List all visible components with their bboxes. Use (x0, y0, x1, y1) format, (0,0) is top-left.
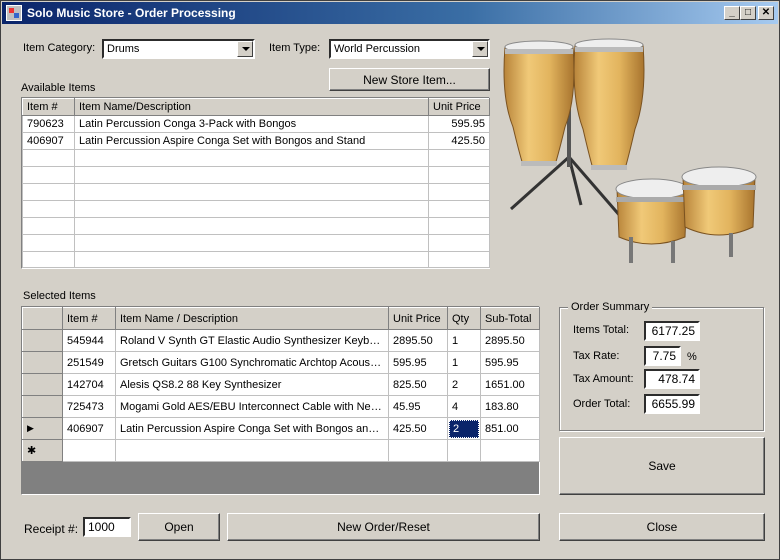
cell-subtotal[interactable]: 1651.00 (480, 373, 540, 396)
category-value: Drums (107, 43, 140, 55)
cell-qty[interactable]: 1 (447, 351, 481, 374)
chevron-down-icon[interactable] (237, 41, 253, 57)
new-order-reset-button[interactable]: New Order/Reset (227, 513, 540, 541)
cell-item-number[interactable]: 406907 (62, 417, 116, 440)
order-total-label: Order Total: (573, 398, 631, 410)
cell-subtotal[interactable]: 595.95 (480, 351, 540, 374)
close-window-button[interactable]: ✕ (758, 6, 774, 20)
row-header[interactable] (22, 395, 63, 418)
col-header-qty[interactable]: Qty (447, 307, 481, 330)
row-header[interactable] (22, 329, 63, 352)
cell-qty[interactable]: 2 (447, 373, 481, 396)
table-row[interactable]: 251549 Gretsch Guitars G100 Synchromatic… (22, 351, 540, 374)
col-header-unit-price[interactable]: Unit Price (428, 98, 490, 116)
empty-row (22, 251, 490, 268)
cell-unit-price[interactable]: 425.50 (388, 417, 448, 440)
empty-row (22, 149, 490, 167)
cell-unit-price[interactable]: 825.50 (388, 373, 448, 396)
cell-unit-price[interactable]: 595.95 (428, 115, 490, 133)
selected-items-label: Selected Items (23, 290, 96, 302)
table-row[interactable]: ▶ 406907 Latin Percussion Aspire Conga S… (22, 417, 540, 440)
cell-qty-selected[interactable]: 2 (449, 419, 479, 438)
col-header-unit-price[interactable]: Unit Price (388, 307, 448, 330)
cell-item-number[interactable]: 406907 (22, 132, 75, 150)
cell-name[interactable]: Alesis QS8.2 88 Key Synthesizer (115, 373, 389, 396)
tax-amount-label: Tax Amount: (573, 373, 634, 385)
cell-unit-price[interactable]: 425.50 (428, 132, 490, 150)
empty-row (22, 217, 490, 235)
cell-qty[interactable]: 1 (447, 329, 481, 352)
empty-row (22, 234, 490, 252)
tax-rate-field[interactable]: 7.75 (644, 346, 681, 366)
cell-subtotal[interactable]: 851.00 (480, 417, 540, 440)
table-row[interactable]: 406907 Latin Percussion Aspire Conga Set… (22, 132, 490, 150)
cell-item-number[interactable]: 142704 (62, 373, 116, 396)
empty-row (22, 200, 490, 218)
new-store-item-button[interactable]: New Store Item... (329, 68, 490, 91)
save-button[interactable]: Save (559, 437, 765, 495)
available-items-label: Available Items (21, 82, 96, 94)
window-title: Solo Music Store - Order Processing (27, 6, 236, 20)
col-header-item-number[interactable]: Item # (62, 307, 116, 330)
receipt-label: Receipt #: (24, 522, 79, 536)
col-header-subtotal[interactable]: Sub-Total (480, 307, 540, 330)
cell-unit-price[interactable]: 2895.50 (388, 329, 448, 352)
tax-amount-field[interactable]: 478.74 (644, 369, 700, 389)
cell-subtotal[interactable]: 183.80 (480, 395, 540, 418)
selected-items-grid[interactable]: Item # Item Name / Description Unit Pric… (21, 306, 540, 495)
cell-qty[interactable]: 4 (447, 395, 481, 418)
cell-unit-price[interactable]: 595.95 (388, 351, 448, 374)
table-row[interactable]: 545944 Roland V Synth GT Elastic Audio S… (22, 329, 540, 352)
receipt-input[interactable]: 1000 (83, 517, 131, 537)
cell-name[interactable]: Latin Percussion Aspire Conga Set with B… (74, 132, 429, 150)
minimize-button[interactable]: _ (724, 6, 740, 20)
empty-row (22, 166, 490, 184)
col-header-name[interactable]: Item Name/Description (74, 98, 429, 116)
table-row[interactable]: 142704 Alesis QS8.2 88 Key Synthesizer 8… (22, 373, 540, 396)
table-row[interactable]: 725473 Mogami Gold AES/EBU Interconnect … (22, 395, 540, 418)
percent-label: % (687, 351, 697, 363)
cell-item-number[interactable]: 251549 (62, 351, 116, 374)
cell-name[interactable]: Latin Percussion Conga 3-Pack with Bongo… (74, 115, 429, 133)
table-row[interactable]: 790623 Latin Percussion Conga 3-Pack wit… (22, 115, 490, 133)
cell-unit-price[interactable]: 45.95 (388, 395, 448, 418)
row-header[interactable] (22, 373, 63, 396)
cell-name[interactable]: Mogami Gold AES/EBU Interconnect Cable w… (115, 395, 389, 418)
items-total-field[interactable]: 6177.25 (644, 321, 700, 341)
open-button[interactable]: Open (138, 513, 220, 541)
type-value: World Percussion (334, 43, 420, 55)
conga-bongo-image (503, 38, 757, 263)
col-header-item-number[interactable]: Item # (22, 98, 75, 116)
type-label: Item Type: (269, 42, 321, 54)
cell-name[interactable]: Latin Percussion Aspire Conga Set with B… (115, 417, 389, 440)
cell-name[interactable]: Gretsch Guitars G100 Synchromatic Archto… (115, 351, 389, 374)
app-icon[interactable] (6, 5, 22, 21)
maximize-button[interactable]: □ (740, 6, 756, 20)
col-header-name[interactable]: Item Name / Description (115, 307, 389, 330)
cell-item-number[interactable]: 790623 (22, 115, 75, 133)
row-header-corner (22, 307, 63, 330)
new-row[interactable]: ✱ (22, 439, 540, 462)
available-items-grid[interactable]: Item # Item Name/Description Unit Price … (21, 97, 490, 269)
category-label: Item Category: (23, 42, 96, 54)
category-select[interactable]: Drums (102, 39, 255, 59)
type-select[interactable]: World Percussion (329, 39, 490, 59)
close-button[interactable]: Close (559, 513, 765, 541)
chevron-down-icon[interactable] (472, 41, 488, 57)
tax-rate-label: Tax Rate: (573, 350, 620, 362)
main-window: Solo Music Store - Order Processing _ □ … (0, 0, 780, 560)
order-total-field[interactable]: 6655.99 (644, 394, 700, 414)
cell-name[interactable]: Roland V Synth GT Elastic Audio Synthesi… (115, 329, 389, 352)
items-total-label: Items Total: (573, 324, 630, 336)
new-row-asterisk-icon[interactable]: ✱ (22, 439, 63, 462)
cell-item-number[interactable]: 545944 (62, 329, 116, 352)
cell-subtotal[interactable]: 2895.50 (480, 329, 540, 352)
empty-row (22, 183, 490, 201)
row-header[interactable] (22, 351, 63, 374)
order-summary-title: Order Summary (568, 301, 653, 313)
cell-item-number[interactable]: 725473 (62, 395, 116, 418)
title-bar[interactable]: Solo Music Store - Order Processing _ □ … (2, 2, 778, 24)
current-row-indicator-icon[interactable]: ▶ (22, 417, 63, 440)
